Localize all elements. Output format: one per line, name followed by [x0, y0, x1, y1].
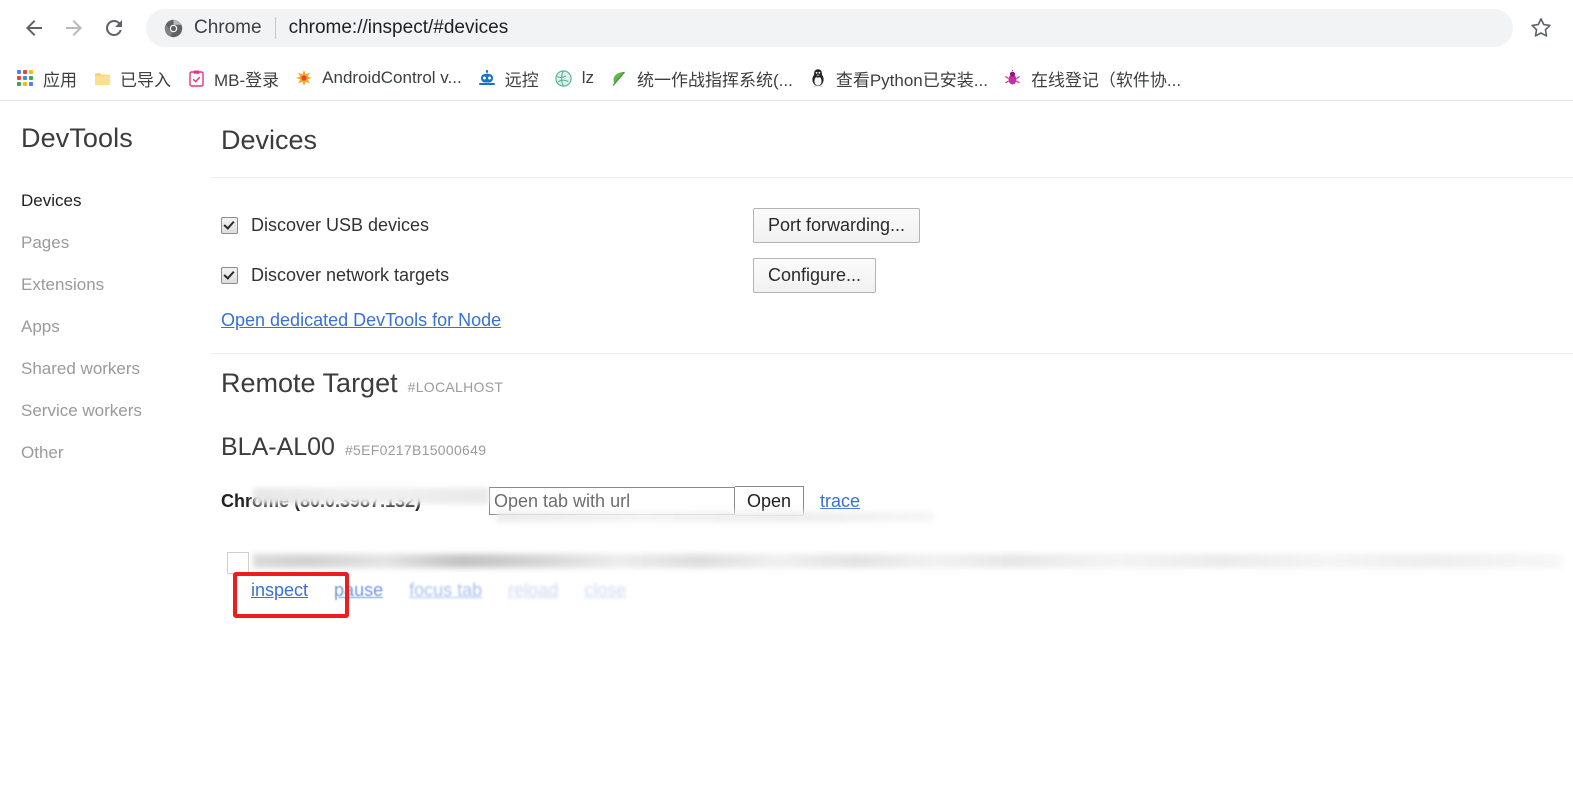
- devtools-inspect-page: DevTools Devices Pages Extensions Apps S…: [0, 101, 1573, 794]
- bookmark-mb-login[interactable]: MB-登录: [179, 62, 287, 94]
- devtools-sidebar: DevTools Devices Pages Extensions Apps S…: [0, 101, 210, 794]
- sidebar-item-shared-workers[interactable]: Shared workers: [0, 348, 210, 390]
- setting-row-usb: Discover USB devices Port forwarding...: [221, 200, 1573, 250]
- reload-icon: [105, 19, 122, 36]
- setting-row-network: Discover network targets Configure...: [221, 250, 1573, 300]
- bookmark-androidcontrol[interactable]: AndroidControl v...: [287, 62, 470, 94]
- back-arrow-icon: [26, 20, 42, 36]
- discover-usb-label: Discover USB devices: [251, 214, 430, 235]
- page-title: DevTools: [21, 123, 133, 153]
- bookmark-star-button[interactable]: [1523, 10, 1559, 46]
- remote-target-host: #LOCALHOST: [407, 379, 504, 395]
- sidebar-item-pages[interactable]: Pages: [0, 222, 210, 264]
- device-name: BLA-AL00: [221, 433, 335, 461]
- bookmark-lz[interactable]: lz: [547, 62, 602, 94]
- blurred-target-title: [253, 554, 1563, 568]
- sidebar-item-service-workers[interactable]: Service workers: [0, 390, 210, 432]
- reload-link[interactable]: reload: [508, 580, 558, 601]
- omnibox-brand-label: Chrome: [194, 17, 262, 38]
- remote-target-heading: Remote Target #LOCALHOST: [221, 368, 1573, 399]
- configure-cell: Configure...: [753, 257, 1573, 293]
- apps-grid-icon: [16, 69, 34, 87]
- robot-icon: [478, 69, 496, 87]
- bookmark-python-installed[interactable]: 查看Python已安装...: [801, 62, 996, 94]
- port-forwarding-cell: Port forwarding...: [753, 207, 1573, 243]
- forward-arrow-icon: [66, 20, 82, 36]
- discovery-settings: Discover USB devices Port forwarding... …: [210, 178, 1573, 331]
- forward-button[interactable]: [54, 8, 94, 48]
- sidebar-item-devices[interactable]: Devices: [0, 180, 210, 222]
- browser-toolbar: Chrome chrome://inspect/#devices: [0, 0, 1573, 56]
- device-heading: BLA-AL00 #5EF0217B15000649: [221, 433, 1573, 462]
- bookmark-label: 已导入: [120, 70, 171, 90]
- chrome-logo-icon: [164, 19, 183, 37]
- bug-icon: [1004, 69, 1022, 87]
- discover-network-checkbox[interactable]: [221, 267, 238, 284]
- bookmark-label: 远控: [504, 70, 539, 90]
- close-link[interactable]: close: [584, 580, 626, 601]
- folder-icon: [93, 69, 111, 87]
- discover-usb-checkbox[interactable]: [221, 217, 238, 234]
- fireworks-icon: [295, 69, 313, 87]
- bookmark-apps[interactable]: 应用: [8, 62, 85, 94]
- devtools-content: Devices Discover USB devices Port forwar…: [210, 101, 1573, 794]
- reload-button[interactable]: [94, 8, 134, 48]
- sidebar-item-other[interactable]: Other: [0, 432, 210, 474]
- sidebar-item-extensions[interactable]: Extensions: [0, 264, 210, 306]
- open-tab-button[interactable]: Open: [735, 486, 805, 516]
- sidebar-item-apps[interactable]: Apps: [0, 306, 210, 348]
- bookmark-online-registration[interactable]: 在线登记（软件协...: [996, 62, 1189, 94]
- port-forwarding-button[interactable]: Port forwarding...: [753, 207, 921, 243]
- open-tab-url-input[interactable]: [489, 487, 735, 515]
- browser-version-label: Chrome (80.0.3987.132): [221, 490, 422, 511]
- section-divider-remote: [210, 353, 1573, 354]
- omnibox-separator: [274, 17, 276, 39]
- star-icon: [1531, 18, 1551, 37]
- bookmark-label: lz: [581, 68, 594, 87]
- bookmark-label: MB-登录: [214, 70, 280, 90]
- clipboard-icon: [187, 69, 205, 87]
- remote-target-section: Remote Target #LOCALHOST BLA-AL00 #5EF02…: [210, 368, 1573, 618]
- inspect-highlight-annotation: [233, 572, 349, 618]
- back-button[interactable]: [14, 8, 54, 48]
- target-favicon: [227, 552, 249, 574]
- globe-icon: [555, 69, 573, 87]
- bookmark-remote-control[interactable]: 远控: [470, 62, 547, 94]
- discover-network-label: Discover network targets: [251, 264, 450, 285]
- bookmark-imported-folder[interactable]: 已导入: [85, 62, 179, 94]
- bookmarks-bar: 应用 已导入 MB-登录 AndroidControl v... 远控 lz 统…: [0, 56, 1573, 101]
- trace-link[interactable]: trace: [820, 491, 860, 512]
- target-entry: inspect pause focus tab reload close: [221, 522, 1573, 618]
- bookmark-label: 查看Python已安装...: [835, 70, 988, 90]
- leaf-icon: [610, 69, 628, 87]
- penguin-icon: [809, 69, 827, 87]
- remote-target-title: Remote Target: [221, 368, 398, 398]
- address-bar[interactable]: Chrome chrome://inspect/#devices: [146, 9, 1513, 47]
- omnibox-url-text: chrome://inspect/#devices: [288, 17, 509, 38]
- bookmark-command-system[interactable]: 统一作战指挥系统(...: [602, 62, 801, 94]
- device-serial: #5EF0217B15000649: [344, 442, 487, 458]
- focus-tab-link[interactable]: focus tab: [409, 580, 482, 601]
- browser-row: Chrome (80.0.3987.132) Open trace: [221, 486, 1573, 522]
- bookmark-label: AndroidControl v...: [322, 68, 462, 87]
- bookmark-label: 在线登记（软件协...: [1030, 70, 1182, 90]
- bookmark-label: 应用: [43, 70, 77, 90]
- devices-heading: Devices: [221, 125, 318, 155]
- configure-button[interactable]: Configure...: [753, 257, 877, 293]
- bookmark-label: 统一作战指挥系统(...: [636, 70, 793, 90]
- open-dedicated-devtools-node-link[interactable]: Open dedicated DevTools for Node: [221, 310, 501, 331]
